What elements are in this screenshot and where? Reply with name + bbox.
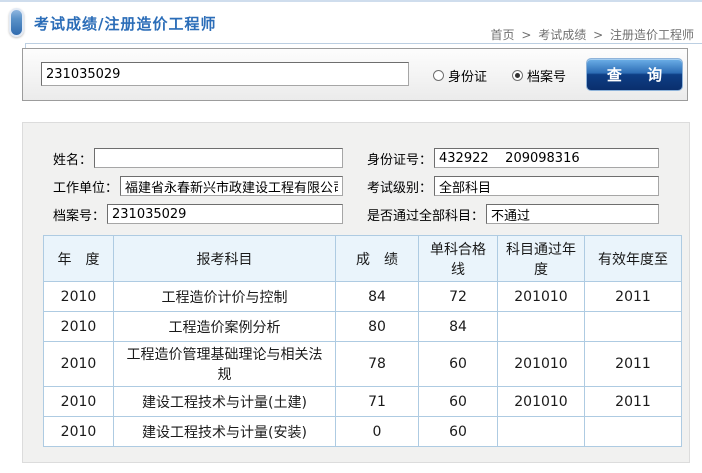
- id-number-input[interactable]: [434, 148, 659, 168]
- pass-all-subjects-label: 是否通过全部科目：: [367, 205, 484, 224]
- table-cell: 80: [336, 312, 419, 342]
- col-header-subject: 报考科目: [114, 236, 336, 282]
- breadcrumb-home[interactable]: 首页: [491, 28, 515, 42]
- pass-all-subjects-field: 是否通过全部科目：: [367, 203, 659, 225]
- breadcrumb-exam-scores[interactable]: 考试成绩: [538, 28, 586, 42]
- page-title: 考试成绩/注册造价工程师: [34, 13, 216, 34]
- breadcrumb-separator: >: [521, 28, 531, 42]
- exam-level-label: 考试级别：: [367, 177, 432, 196]
- table-cell: 2010: [44, 387, 114, 417]
- table-cell: 2011: [585, 387, 682, 417]
- name-input[interactable]: [94, 148, 343, 168]
- table-cell: 60: [419, 417, 498, 447]
- file-number-field: 档案号：: [53, 203, 343, 225]
- work-unit-label: 工作单位：: [53, 177, 118, 196]
- table-cell: 72: [419, 282, 498, 312]
- form-row: 档案号： 是否通过全部科目：: [23, 203, 689, 225]
- col-header-year: 年 度: [44, 236, 114, 282]
- radio-file-number[interactable]: 档案号: [512, 66, 566, 85]
- page-header: 考试成绩/注册造价工程师 首页 > 考试成绩 > 注册造价工程师: [0, 2, 702, 44]
- table-cell: 201010: [498, 342, 585, 387]
- radio-unchecked-icon[interactable]: [433, 70, 444, 81]
- score-table: 年 度 报考科目 成 绩 单科合格线 科目通过年度 有效年度至 2010工程造价…: [43, 235, 682, 447]
- exam-level-field: 考试级别：: [367, 175, 659, 197]
- score-table-body: 2010工程造价计价与控制847220101020112010工程造价案例分析8…: [44, 282, 682, 447]
- table-row: 2010建设工程技术与计量(土建)71602010102011: [44, 387, 682, 417]
- table-cell: 2011: [585, 282, 682, 312]
- table-cell: [585, 312, 682, 342]
- breadcrumb-separator: >: [593, 28, 603, 42]
- table-cell: 0: [336, 417, 419, 447]
- table-cell: 84: [336, 282, 419, 312]
- pass-all-subjects-input[interactable]: [486, 204, 659, 224]
- exam-level-input[interactable]: [434, 176, 659, 196]
- table-cell: 60: [419, 387, 498, 417]
- radio-id-card-label: 身份证: [448, 66, 487, 85]
- col-header-valid-until: 有效年度至: [585, 236, 682, 282]
- table-cell: 201010: [498, 282, 585, 312]
- breadcrumb-current: 注册造价工程师: [610, 28, 694, 42]
- table-cell: 2011: [585, 342, 682, 387]
- table-cell: 建设工程技术与计量(土建): [114, 387, 336, 417]
- form-row: 姓名： 身份证号：: [23, 147, 689, 169]
- col-header-pass-line: 单科合格线: [419, 236, 498, 282]
- name-label: 姓名：: [53, 149, 92, 168]
- table-cell: 2010: [44, 312, 114, 342]
- search-panel: 身份证 档案号 查 询: [22, 48, 688, 101]
- name-field: 姓名：: [53, 147, 343, 169]
- col-header-score: 成 绩: [336, 236, 419, 282]
- col-header-pass-year: 科目通过年度: [498, 236, 585, 282]
- table-cell: 工程造价计价与控制: [114, 282, 336, 312]
- title-bullet-icon: [9, 8, 24, 37]
- radio-file-number-label: 档案号: [527, 66, 566, 85]
- work-unit-input[interactable]: [120, 176, 343, 196]
- file-number-input[interactable]: [107, 204, 343, 224]
- breadcrumb: 首页 > 考试成绩 > 注册造价工程师: [491, 26, 694, 43]
- table-row: 2010工程造价管理基础理论与相关法规78602010102011: [44, 342, 682, 387]
- table-row: 2010工程造价案例分析8084: [44, 312, 682, 342]
- form-row: 工作单位： 考试级别：: [23, 175, 689, 197]
- table-row: 2010建设工程技术与计量(安装)060: [44, 417, 682, 447]
- radio-id-card[interactable]: 身份证: [433, 66, 487, 85]
- table-cell: 78: [336, 342, 419, 387]
- result-panel: 姓名： 身份证号： 工作单位： 考试级别： 档案号： 是否通过全部科目：: [22, 122, 690, 463]
- search-input[interactable]: [41, 62, 409, 86]
- table-cell: [498, 417, 585, 447]
- table-row: 2010工程造价计价与控制84722010102011: [44, 282, 682, 312]
- table-cell: 84: [419, 312, 498, 342]
- table-header-row: 年 度 报考科目 成 绩 单科合格线 科目通过年度 有效年度至: [44, 236, 682, 282]
- id-number-field: 身份证号：: [367, 147, 659, 169]
- table-cell: 工程造价管理基础理论与相关法规: [114, 342, 336, 387]
- id-number-label: 身份证号：: [367, 149, 432, 168]
- table-cell: 工程造价案例分析: [114, 312, 336, 342]
- table-cell: [498, 312, 585, 342]
- table-cell: 建设工程技术与计量(安装): [114, 417, 336, 447]
- table-cell: 2010: [44, 417, 114, 447]
- query-button[interactable]: 查 询: [586, 58, 683, 91]
- table-cell: 60: [419, 342, 498, 387]
- header-divider: [25, 43, 702, 44]
- table-cell: [585, 417, 682, 447]
- table-cell: 71: [336, 387, 419, 417]
- table-cell: 2010: [44, 342, 114, 387]
- file-number-label: 档案号：: [53, 205, 105, 224]
- table-cell: 201010: [498, 387, 585, 417]
- table-cell: 2010: [44, 282, 114, 312]
- radio-checked-icon[interactable]: [512, 70, 523, 81]
- work-unit-field: 工作单位：: [53, 175, 343, 197]
